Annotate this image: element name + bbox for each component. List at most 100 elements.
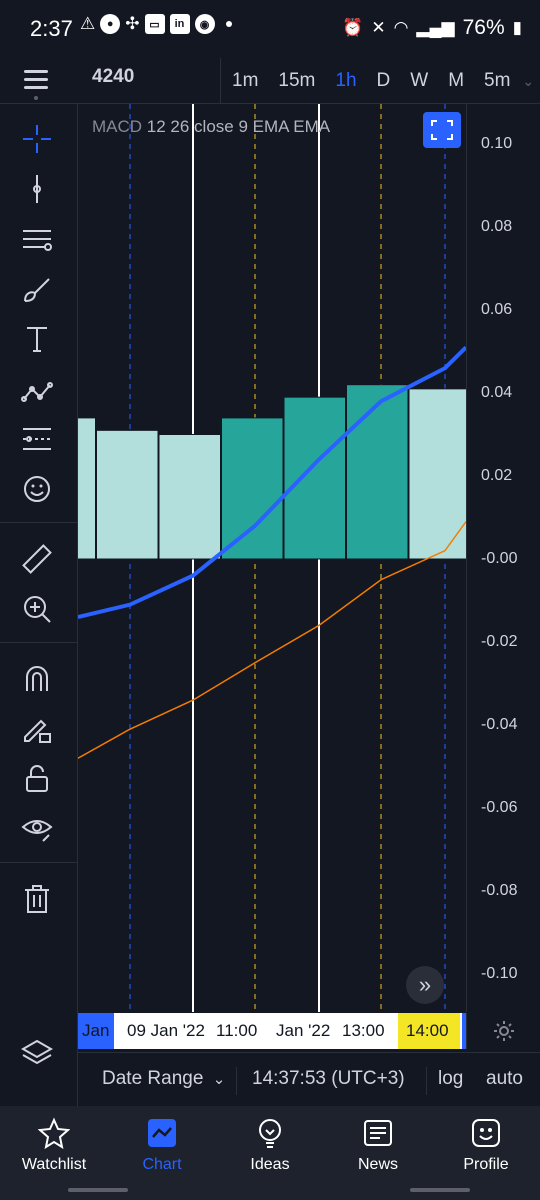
trash-icon <box>25 885 49 913</box>
date-range-button[interactable]: Date Range ⌄ <box>102 1068 225 1090</box>
auto-scale-toggle[interactable]: auto <box>486 1068 523 1090</box>
object-tree-tool[interactable] <box>16 1032 58 1074</box>
notification-icons: ⚠ ● ✣ ▭ in ◉ <box>80 14 232 34</box>
drawing-toolbar <box>0 104 78 1106</box>
text-tool[interactable] <box>16 318 58 360</box>
unlock-icon <box>26 765 48 792</box>
menu-icon-bar <box>24 86 48 89</box>
interval-1h[interactable]: 1h <box>325 70 366 92</box>
time-axis[interactable]: Jan 09 Jan '22 11:00 Jan '22 13:00 14:00 <box>78 1013 466 1049</box>
nav-label: News <box>357 1156 398 1173</box>
interval-15m[interactable]: 15m <box>268 70 325 92</box>
text-icon <box>27 327 47 352</box>
chart-icon <box>145 1116 179 1150</box>
nav-ideas[interactable]: Ideas <box>216 1106 324 1200</box>
unlock-tool[interactable] <box>16 758 58 800</box>
range-divider <box>426 1067 427 1095</box>
chevron-down-icon[interactable]: ⌄ <box>522 73 534 90</box>
icon-tool[interactable] <box>16 468 58 510</box>
price-label: -0.08 <box>481 882 518 899</box>
crosshair-tool[interactable] <box>16 118 58 160</box>
app-badge-icon: ◉ <box>194 14 215 34</box>
menu-indicator-dot <box>34 96 38 100</box>
fullscreen-button[interactable] <box>423 112 461 148</box>
time-label: 11:00 <box>216 1021 258 1040</box>
price-label: -0.02 <box>481 633 518 650</box>
layers-icon <box>21 1039 53 1065</box>
nav-news[interactable]: News <box>324 1106 432 1200</box>
highlighted-time-label: 14:00 <box>406 1021 449 1040</box>
nav-label: Watchlist <box>21 1156 87 1173</box>
interval-w[interactable]: W <box>400 70 438 92</box>
interval-m[interactable]: M <box>438 70 474 92</box>
time-label-cut: Jan <box>82 1021 110 1040</box>
fib-retracement-icon <box>23 230 52 251</box>
log-scale-toggle[interactable]: log <box>438 1068 463 1090</box>
battery-level: 76% <box>462 16 505 39</box>
status-bar: 2:37 ⚠ ● ✣ ▭ in ◉ ⏰ ✕ ◠ ▂▄▆ 76% ▮ <box>0 0 540 58</box>
time-label: 09 Jan '22 <box>127 1021 205 1040</box>
fullscreen-icon <box>431 120 453 140</box>
alarm-icon: ⏰ <box>342 18 364 37</box>
eye-icon <box>21 820 53 842</box>
nav-watchlist[interactable]: Watchlist <box>0 1106 108 1200</box>
price-label: -0.06 <box>481 799 518 816</box>
zoom-tool[interactable] <box>16 588 58 630</box>
measure-tool[interactable] <box>16 538 58 580</box>
pattern-tool[interactable] <box>16 368 58 410</box>
date-range-label: Date Range <box>102 1068 204 1089</box>
trend-line-tool[interactable] <box>16 168 58 210</box>
price-axis[interactable]: 0.10 0.08 0.06 0.04 0.02 -0.00 -0.02 -0.… <box>466 104 540 1012</box>
magnet-tool[interactable] <box>16 658 58 700</box>
nav-profile[interactable]: Profile <box>432 1106 540 1200</box>
linkedin-icon: in <box>169 14 190 34</box>
interval-1m[interactable]: 1m <box>222 70 268 92</box>
lock-drawings-tool[interactable] <box>16 708 58 750</box>
gesture-handle <box>68 1188 128 1192</box>
histogram-bar <box>33 417 96 560</box>
status-time: 2:37 <box>30 16 73 41</box>
histogram-bar <box>283 396 346 560</box>
price-label: -0.00 <box>481 550 518 567</box>
menu-button[interactable] <box>18 64 54 100</box>
app-notification-icon: ▭ <box>144 14 165 34</box>
zoom-in-icon <box>24 596 51 623</box>
price-label: 0.10 <box>481 135 513 152</box>
indicator-legend[interactable]: MACD 12 26 close 9 EMA EMA <box>92 117 330 137</box>
prediction-tool[interactable] <box>16 418 58 460</box>
visibility-tool[interactable] <box>16 808 58 850</box>
interval-selector: 1m 15m 1h D W M 5m ⌄ <box>222 58 534 104</box>
price-label: 0.08 <box>481 218 513 235</box>
indicator-params: 12 26 close 9 EMA EMA <box>146 117 331 136</box>
battery-icon: ▮ <box>512 18 522 37</box>
bottom-navigation: Watchlist Chart Ideas News Profile <box>0 1106 540 1200</box>
vertical-line-icon <box>33 175 41 203</box>
macd-chart-svg <box>33 104 471 1012</box>
crosshair-icon <box>23 125 51 153</box>
macd-chart[interactable] <box>33 104 471 1012</box>
warning-icon: ⚠ <box>80 14 96 33</box>
pencil-lock-icon <box>24 719 51 743</box>
wifi-icon: ◠ <box>393 18 409 37</box>
fib-tool[interactable] <box>16 218 58 260</box>
smiley-icon <box>469 1116 503 1150</box>
brush-tool[interactable] <box>16 268 58 310</box>
more-notifications-icon <box>225 21 232 27</box>
mute-icon: ✕ <box>371 18 386 37</box>
chart-settings-button[interactable] <box>466 1013 540 1049</box>
remove-drawings-tool[interactable] <box>16 878 58 920</box>
interval-d[interactable]: D <box>367 70 401 92</box>
interval-5m[interactable]: 5m <box>474 70 520 92</box>
magnet-icon <box>26 666 48 691</box>
symbol-name[interactable]: 4240 <box>92 66 134 88</box>
nav-chart[interactable]: Chart <box>108 1106 216 1200</box>
toolbar-divider <box>220 58 221 104</box>
price-label: -0.04 <box>481 716 518 733</box>
clock-timezone[interactable]: 14:37:53 (UTC+3) <box>252 1068 405 1090</box>
price-label: -0.10 <box>481 965 518 982</box>
brush-icon <box>24 278 50 302</box>
scroll-to-realtime-button[interactable]: » <box>406 966 444 1004</box>
signal-icon: ▂▄▆ <box>416 18 455 37</box>
indicator-name: MACD <box>92 117 143 136</box>
price-label: 0.02 <box>481 467 513 484</box>
